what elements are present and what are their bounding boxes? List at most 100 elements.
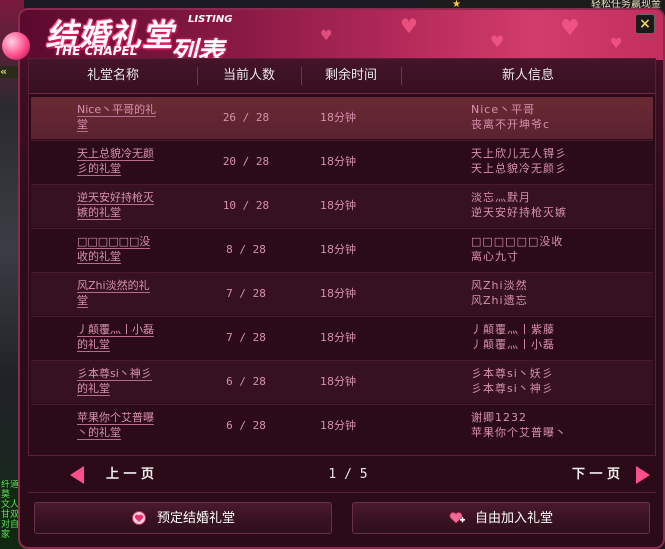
chapel-count: 20 / 28 bbox=[222, 155, 270, 168]
pagination: 上 一 页 1 / 5 下 一 页 bbox=[38, 458, 658, 492]
chapel-time-left: 18分钟 bbox=[320, 331, 356, 344]
couple-name-1: Nice丶平哥 bbox=[471, 103, 536, 116]
chapel-name-line: 嫉的礼堂 bbox=[77, 206, 121, 220]
chapel-name-line: 堂 bbox=[77, 294, 88, 308]
reserve-chapel-label: 预定结婚礼堂 bbox=[156, 511, 235, 526]
chapel-time-left: 18分钟 bbox=[320, 199, 356, 212]
couple-name-2: 丿颠覆灬丨小磊 bbox=[471, 338, 555, 351]
chapel-name-line: 丶的礼堂 bbox=[77, 426, 121, 440]
pink-ball-icon bbox=[2, 32, 30, 60]
column-header-info: 新人信息 bbox=[501, 68, 554, 83]
couple-name-2: 苹果你个艾普曝丶 bbox=[471, 426, 567, 439]
chapel-name-line: 丿颠覆灬丨小磊 bbox=[77, 323, 154, 337]
table-row[interactable]: 天上总貌冷无颜 彡的礼堂 20 / 28 18分钟 天上欣儿无人锝彡 天上总貌冷无颜… bbox=[31, 141, 653, 183]
chapel-time-left: 18分钟 bbox=[320, 111, 356, 124]
column-header-count: 当前人数 bbox=[222, 68, 275, 83]
chapel-count: 7 / 28 bbox=[226, 287, 266, 300]
join-chapel-button[interactable]: 自由加入礼堂 bbox=[352, 502, 650, 534]
prev-page-button[interactable]: 上 一 页 bbox=[70, 463, 154, 487]
table-row[interactable]: Nice丶平哥的礼堂 26 / 28 18分钟 Nice丶平哥丧离不开坤爷c bbox=[31, 97, 653, 139]
reserve-chapel-button[interactable]: 预定结婚礼堂 bbox=[34, 502, 332, 534]
chapel-count: 6 / 28 bbox=[226, 375, 266, 388]
chapel-name-line: 天上总貌冷无颜 bbox=[77, 147, 154, 161]
couple-name-1: □□□□□□没收 bbox=[471, 235, 564, 248]
chapel-name-line: 彡本尊si丶神彡 bbox=[77, 367, 152, 381]
heart-decoration-icon: ♥ bbox=[610, 36, 623, 52]
chapel-name-line: 收的礼堂 bbox=[77, 250, 121, 264]
chapel-time-left: 18分钟 bbox=[320, 287, 356, 300]
table-row[interactable]: 风Zhi淡然的礼堂 7 / 28 18分钟 风Zhi淡然 风Zhi遗忘 bbox=[31, 273, 653, 315]
prev-page-label: 上 一 页 bbox=[106, 467, 155, 482]
arrow-left-icon bbox=[70, 465, 84, 484]
chapel-table: 礼堂名称 当前人数 剩余时间 新人信息 Nice丶平哥的礼堂 26 / 28 1… bbox=[28, 58, 656, 456]
heart-decoration-icon: ♥ bbox=[320, 28, 333, 44]
couple-name-1: 天上欣儿无人锝彡 bbox=[471, 147, 567, 160]
join-chapel-label: 自由加入礼堂 bbox=[474, 511, 553, 526]
chapel-name[interactable]: 天上总貌冷无颜 彡的礼堂 bbox=[77, 146, 187, 176]
couple-name-2: 天上总貌冷无颜彡 bbox=[471, 162, 567, 175]
chapel-name-line: □□□□□□没 bbox=[77, 235, 151, 249]
chapel-name[interactable]: 丿颠覆灬丨小磊 的礼堂 bbox=[77, 322, 187, 352]
couple-name-1: 谢卿1232 bbox=[471, 411, 527, 424]
chapel-name-line: 的礼堂 bbox=[77, 338, 110, 352]
chapel-time-left: 18分钟 bbox=[320, 419, 356, 432]
chapel-name[interactable]: 风Zhi淡然的礼堂 bbox=[77, 278, 187, 308]
couple-info: Nice丶平哥丧离不开坤爷c bbox=[471, 102, 641, 132]
table-row[interactable]: 彡本尊si丶神彡 的礼堂 6 / 28 18分钟 彡本尊si丶妖彡 彡本尊si丶神彡 bbox=[31, 361, 653, 403]
chapel-count: 10 / 28 bbox=[222, 199, 270, 212]
chapel-list-dialog: ♥ ♥ ♥ ♥ ♥ 结婚礼堂 LISTING THE CHAPEL 列表 × 礼… bbox=[2, 8, 665, 549]
column-header-time: 剩余时间 bbox=[324, 68, 377, 83]
table-row[interactable]: 苹果你个艾普曝 丶的礼堂 6 / 28 18分钟 谢卿1232 苹果你个艾普曝丶 bbox=[31, 405, 653, 447]
chapel-name[interactable]: 苹果你个艾普曝 丶的礼堂 bbox=[77, 410, 187, 440]
heart-decoration-icon: ♥ bbox=[400, 14, 418, 38]
chapel-name-line: 风Zhi淡然的礼 bbox=[77, 279, 150, 293]
next-page-button[interactable]: 下 一 页 bbox=[572, 463, 650, 487]
chapel-name[interactable]: Nice丶平哥的礼堂 bbox=[77, 102, 187, 132]
logo-listing-text: LISTING bbox=[188, 14, 233, 25]
couple-info: 丿颠覆灬丨紫藤 丿颠覆灬丨小磊 bbox=[471, 322, 641, 352]
couple-name-2: 丧离不开坤爷c bbox=[471, 118, 551, 131]
couple-name-2: 风Zhi遗忘 bbox=[471, 294, 528, 307]
couple-name-2: 逆天安好持枪灭嫉 bbox=[471, 206, 567, 219]
next-page-label: 下 一 页 bbox=[571, 467, 620, 482]
chapel-name[interactable]: □□□□□□没 收的礼堂 bbox=[77, 234, 187, 264]
arrow-right-icon bbox=[636, 465, 650, 484]
chapel-count: 6 / 28 bbox=[226, 419, 266, 432]
couple-name-2: 彡本尊si丶神彡 bbox=[471, 382, 554, 395]
couple-name-2: 离心九寸 bbox=[471, 250, 519, 263]
couple-info: 彡本尊si丶妖彡 彡本尊si丶神彡 bbox=[471, 366, 641, 396]
couple-info: □□□□□□没收 离心九寸 bbox=[471, 234, 641, 264]
couple-name-1: 彡本尊si丶妖彡 bbox=[471, 367, 554, 380]
logo-chapel-text: THE CHAPEL bbox=[54, 44, 138, 58]
collapse-chevron-icon[interactable]: « bbox=[0, 66, 20, 78]
couple-info: 谢卿1232 苹果你个艾普曝丶 bbox=[471, 410, 641, 440]
couple-info: 淡忘灬默月逆天安好持枪灭嫉 bbox=[471, 190, 641, 220]
table-row[interactable]: □□□□□□没 收的礼堂 8 / 28 18分钟 □□□□□□没收 离心九寸 bbox=[31, 229, 653, 271]
couple-name-1: 淡忘灬默月 bbox=[471, 191, 531, 204]
couple-info: 天上欣儿无人锝彡 天上总貌冷无颜彡 bbox=[471, 146, 641, 176]
chapel-time-left: 18分钟 bbox=[320, 375, 356, 388]
close-button[interactable]: × bbox=[635, 14, 655, 34]
table-row[interactable]: 丿颠覆灬丨小磊 的礼堂 7 / 28 18分钟 丿颠覆灬丨紫藤 丿颠覆灬丨小磊 bbox=[31, 317, 653, 359]
chapel-count: 8 / 28 bbox=[226, 243, 266, 256]
chapel-name[interactable]: 彡本尊si丶神彡 的礼堂 bbox=[77, 366, 187, 396]
chapel-time-left: 18分钟 bbox=[320, 243, 356, 256]
table-row[interactable]: 逆天安好持枪灭 嫉的礼堂 10 / 28 18分钟 淡忘灬默月逆天安好持枪灭嫉 bbox=[31, 185, 653, 227]
chapel-name-line: Nice丶平哥的礼 bbox=[77, 103, 157, 117]
heart-decoration-icon: ♥ bbox=[560, 16, 580, 41]
chapel-name-line: 逆天安好持枪灭 bbox=[77, 191, 154, 205]
chapel-name-line: 的礼堂 bbox=[77, 382, 110, 396]
add-heart-icon bbox=[449, 511, 465, 524]
column-header-name: 礼堂名称 bbox=[86, 68, 139, 83]
heart-decoration-icon: ♥ bbox=[490, 32, 505, 51]
chapel-name-line: 苹果你个艾普曝 bbox=[77, 411, 154, 425]
couple-info: 风Zhi淡然 风Zhi遗忘 bbox=[471, 278, 641, 308]
page-indicator: 1 / 5 bbox=[328, 467, 368, 482]
table-header: 礼堂名称 当前人数 剩余时间 新人信息 bbox=[29, 59, 655, 94]
chapel-count: 26 / 28 bbox=[222, 111, 270, 124]
chapel-name[interactable]: 逆天安好持枪灭 嫉的礼堂 bbox=[77, 190, 187, 220]
chapel-name-line: 彡的礼堂 bbox=[77, 162, 121, 176]
action-bar: 预定结婚礼堂 自由加入礼堂 bbox=[28, 492, 656, 543]
couple-name-1: 丿颠覆灬丨紫藤 bbox=[471, 323, 555, 336]
chapel-name-line: 堂 bbox=[77, 118, 88, 132]
